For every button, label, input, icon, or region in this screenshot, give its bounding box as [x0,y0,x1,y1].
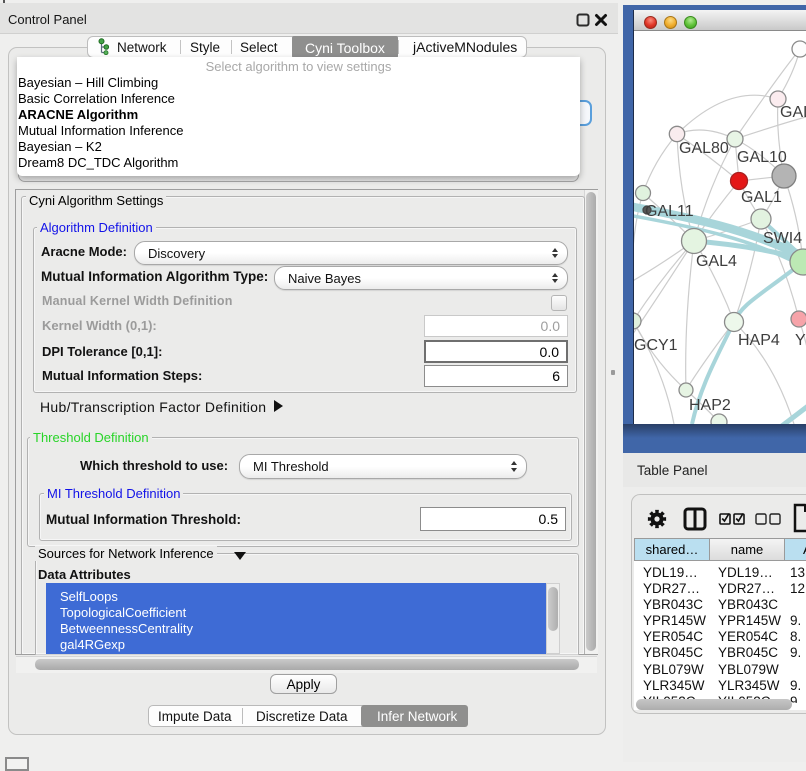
svg-text:GAL10: GAL10 [737,149,787,166]
svg-text:GAL1: GAL1 [741,189,782,206]
svg-text:SWI4: SWI4 [763,230,802,247]
svg-text:YD: YD [795,332,806,349]
svg-text:GAL4: GAL4 [696,253,737,270]
svg-text:GAL11: GAL11 [645,203,694,220]
svg-text:HAP4: HAP4 [738,332,780,349]
svg-text:GCY1: GCY1 [634,337,678,354]
svg-text:GAL80: GAL80 [679,140,729,157]
svg-text:GAL2: GAL2 [780,104,806,121]
svg-text:HAP2: HAP2 [689,397,731,414]
